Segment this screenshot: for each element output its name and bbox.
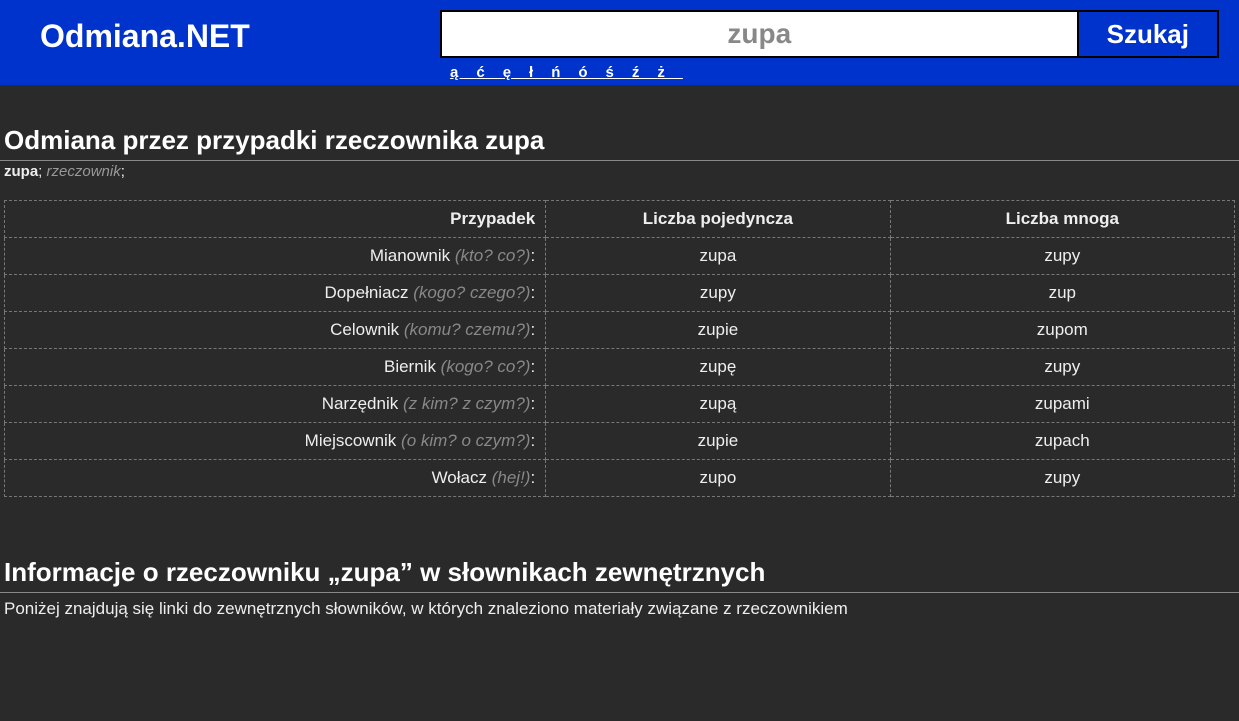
case-colon: : (530, 357, 535, 376)
char-s-acute[interactable]: ś (606, 64, 632, 81)
plural-cell: zupy (890, 349, 1234, 386)
singular-cell: zupie (546, 312, 890, 349)
case-question: (komu? czemu?) (404, 320, 531, 339)
search-area: Szukaj ąćęłńóśźż (440, 8, 1219, 81)
table-row: Narzędnik (z kim? z czym?):zupązupami (5, 386, 1235, 423)
content: Odmiana przez przypadki rzeczownika zupa… (0, 85, 1239, 625)
th-case: Przypadek (5, 201, 546, 238)
case-question: (kogo? co?) (441, 357, 531, 376)
case-cell: Narzędnik (z kim? z czym?): (5, 386, 546, 423)
char-z-dot[interactable]: ż (657, 64, 683, 81)
table-row: Celownik (komu? czemu?):zupiezupom (5, 312, 1235, 349)
case-colon: : (530, 431, 535, 450)
char-z-acute[interactable]: ź (632, 64, 658, 81)
external-section: Informacje o rzeczowniku „zupa” w słowni… (0, 557, 1239, 625)
external-heading: Informacje o rzeczowniku „zupa” w słowni… (0, 557, 1239, 593)
case-question: (kogo? czego?) (413, 283, 530, 302)
case-colon: : (530, 246, 535, 265)
table-row: Miejscownik (o kim? o czym?):zupiezupach (5, 423, 1235, 460)
case-question: (o kim? o czym?) (401, 431, 530, 450)
case-cell: Mianownik (kto? co?): (5, 238, 546, 275)
char-o-acute[interactable]: ó (578, 64, 605, 81)
case-name: Narzędnik (322, 394, 403, 413)
case-name: Mianownik (370, 246, 455, 265)
case-cell: Biernik (kogo? co?): (5, 349, 546, 386)
site-title[interactable]: Odmiana.NET (20, 8, 440, 65)
declension-table: Przypadek Liczba pojedyncza Liczba mnoga… (4, 200, 1235, 497)
th-plural: Liczba mnoga (890, 201, 1234, 238)
case-cell: Miejscownik (o kim? o czym?): (5, 423, 546, 460)
case-colon: : (530, 394, 535, 413)
case-colon: : (530, 320, 535, 339)
case-name: Biernik (384, 357, 441, 376)
singular-cell: zupo (546, 460, 890, 497)
plural-cell: zupami (890, 386, 1234, 423)
singular-cell: zupie (546, 423, 890, 460)
plural-cell: zupy (890, 238, 1234, 275)
th-singular: Liczba pojedyncza (546, 201, 890, 238)
case-cell: Celownik (komu? czemu?): (5, 312, 546, 349)
case-question: (z kim? z czym?) (403, 394, 531, 413)
search-row: Szukaj (440, 10, 1219, 58)
page-heading: Odmiana przez przypadki rzeczownika zupa (0, 125, 1239, 161)
plural-cell: zup (890, 275, 1234, 312)
external-desc: Poniżej znajdują się linki do zewnętrzny… (0, 593, 1239, 625)
search-input[interactable] (442, 12, 1077, 56)
case-name: Celownik (330, 320, 404, 339)
subtitle-sep1: ; (38, 163, 46, 180)
singular-cell: zupę (546, 349, 890, 386)
case-name: Miejscownik (305, 431, 401, 450)
case-name: Wołacz (432, 468, 492, 487)
char-a-ogonek[interactable]: ą (450, 64, 476, 81)
case-colon: : (530, 283, 535, 302)
special-chars-row: ąćęłńóśźż (440, 58, 1219, 81)
singular-cell: zupa (546, 238, 890, 275)
case-question: (kto? co?) (455, 246, 531, 265)
singular-cell: zupy (546, 275, 890, 312)
char-n-acute[interactable]: ń (551, 64, 578, 81)
search-button[interactable]: Szukaj (1077, 12, 1217, 56)
table-header-row: Przypadek Liczba pojedyncza Liczba mnoga (5, 201, 1235, 238)
table-row: Biernik (kogo? co?):zupęzupy (5, 349, 1235, 386)
subtitle-word: zupa (4, 163, 38, 180)
subtitle-pos: rzeczownik (47, 163, 121, 180)
case-colon: : (530, 468, 535, 487)
header-bar: Odmiana.NET Szukaj ąćęłńóśźż (0, 0, 1239, 85)
char-l-stroke[interactable]: ł (529, 64, 551, 81)
table-row: Mianownik (kto? co?):zupazupy (5, 238, 1235, 275)
case-question: (hej!) (492, 468, 531, 487)
table-row: Wołacz (hej!):zupozupy (5, 460, 1235, 497)
plural-cell: zupach (890, 423, 1234, 460)
case-cell: Wołacz (hej!): (5, 460, 546, 497)
plural-cell: zupy (890, 460, 1234, 497)
plural-cell: zupom (890, 312, 1234, 349)
subtitle-sep2: ; (121, 163, 125, 180)
table-row: Dopełniacz (kogo? czego?):zupyzup (5, 275, 1235, 312)
subtitle: zupa; rzeczownik; (0, 161, 1239, 200)
case-cell: Dopełniacz (kogo? czego?): (5, 275, 546, 312)
char-e-ogonek[interactable]: ę (503, 64, 529, 81)
char-c-acute[interactable]: ć (476, 64, 502, 81)
singular-cell: zupą (546, 386, 890, 423)
case-name: Dopełniacz (324, 283, 413, 302)
